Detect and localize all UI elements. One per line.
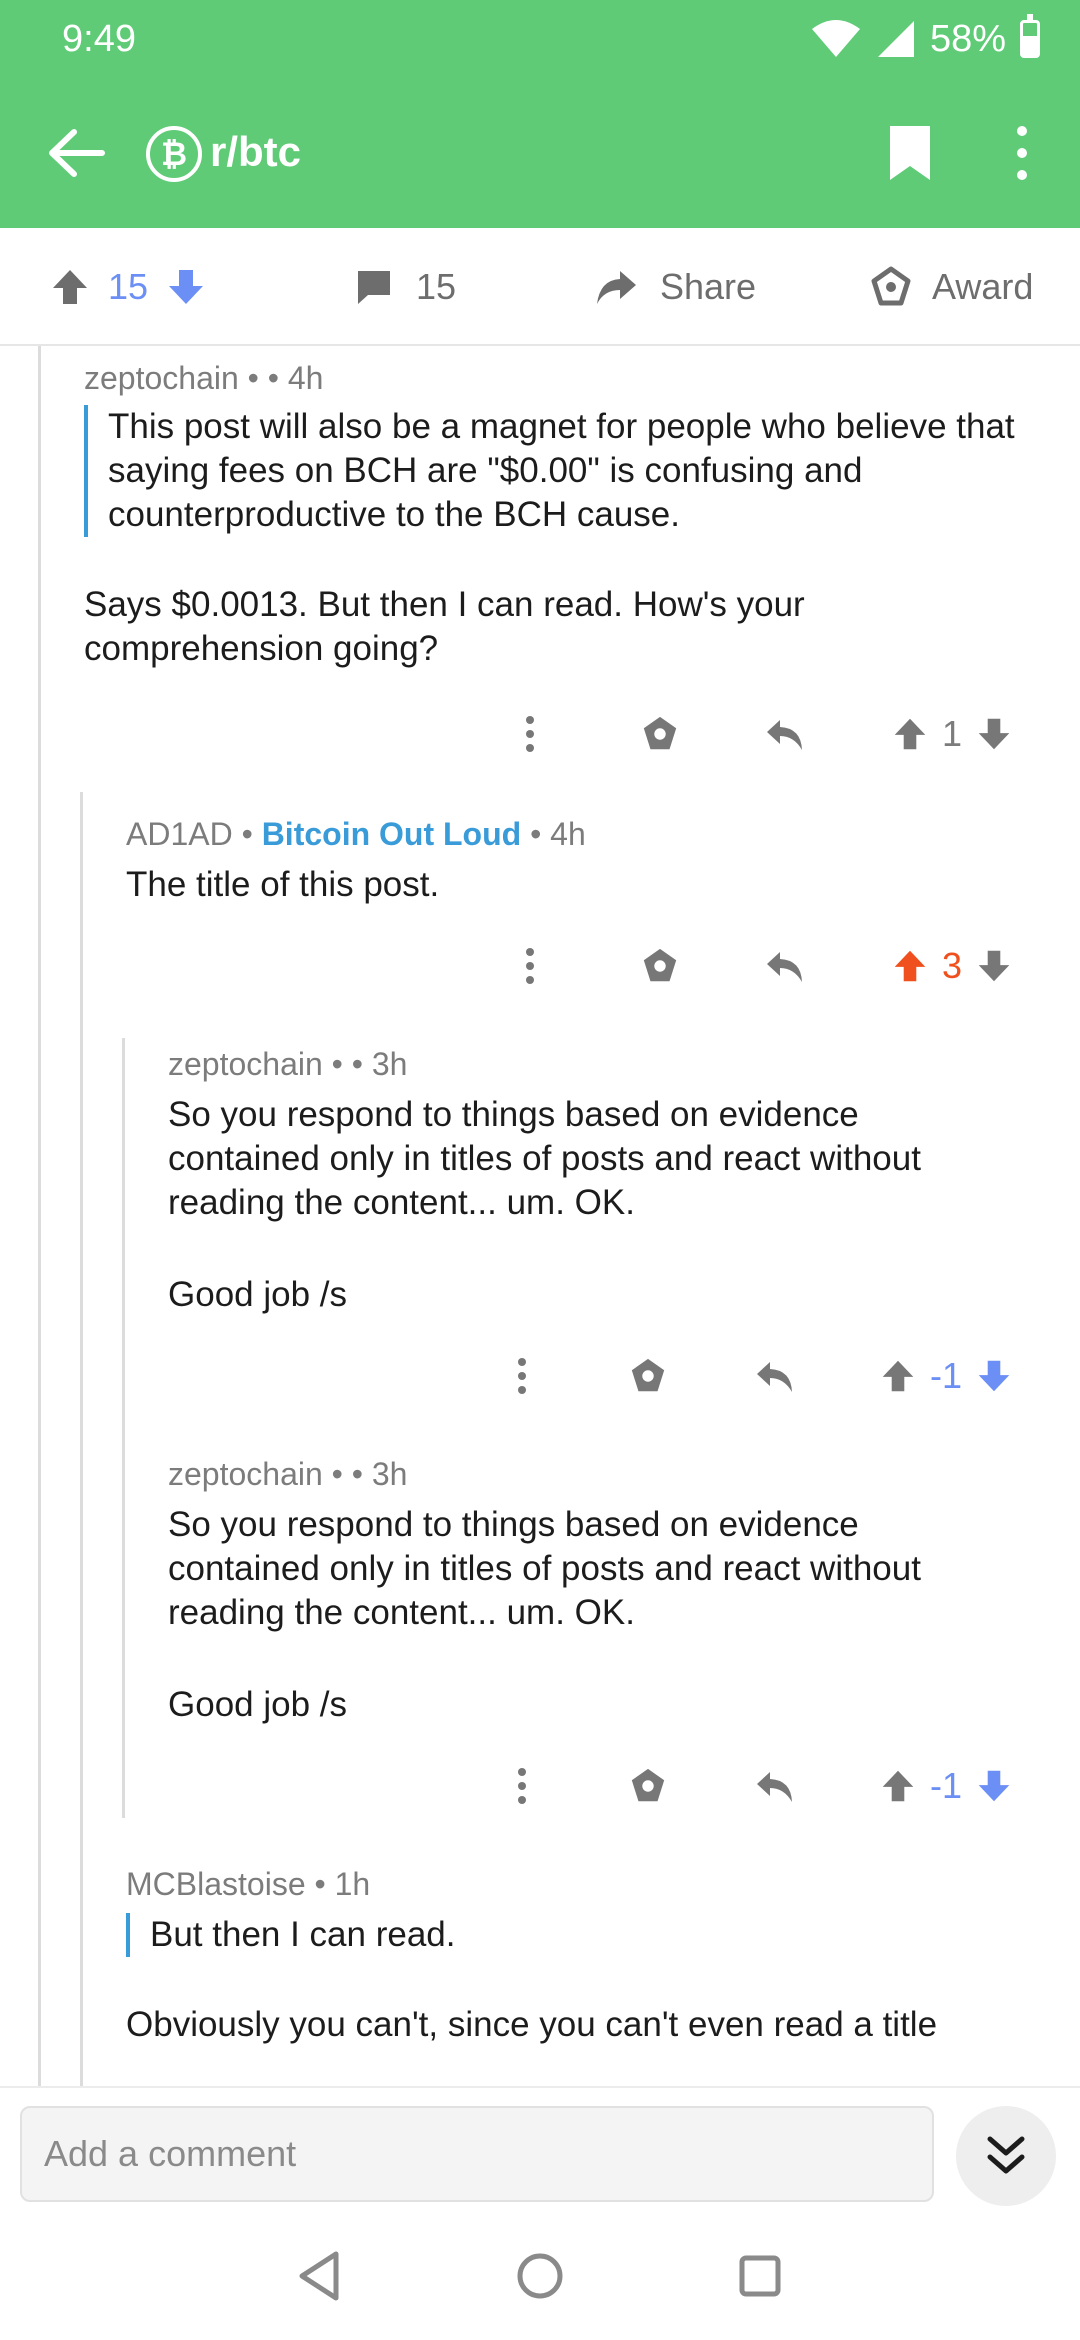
comments-button[interactable]: 15 (354, 228, 456, 346)
award-icon[interactable] (640, 936, 680, 996)
comment-time: 4h (550, 816, 586, 852)
comment-vote-group: 1 (892, 704, 1012, 764)
comment: MCBlastoise • 1h But then I can read. Ob… (126, 1866, 1046, 2047)
signal-icon (877, 21, 914, 57)
comment-score: 1 (942, 713, 963, 754)
post-vote-count: 15 (108, 266, 149, 307)
battery-icon (1020, 14, 1040, 58)
comment-time: 4h (287, 360, 324, 396)
comment-text-secondary: Good job /s (168, 1685, 347, 1724)
comment-vote-group: -1 (880, 1346, 1012, 1406)
award-label: Award (932, 266, 1034, 307)
comment-time: 1h (334, 1866, 371, 1902)
comment-text: So you respond to things based on eviden… (168, 1095, 921, 1222)
comment-actions: -1 (0, 1756, 1080, 1816)
comment: AD1AD • Bitcoin Out Loud • 4h The title … (126, 816, 1046, 907)
comment-author[interactable]: zeptochain (84, 360, 239, 396)
nav-back-icon[interactable] (292, 2246, 352, 2306)
comment-author[interactable]: zeptochain (168, 1046, 323, 1082)
reply-icon[interactable] (754, 1346, 796, 1406)
comment-text: So you respond to things based on eviden… (168, 1505, 921, 1632)
more-options-icon[interactable] (512, 1756, 532, 1816)
status-time: 9:49 (62, 18, 136, 60)
award-icon[interactable] (640, 704, 680, 764)
award-button[interactable]: Award (870, 228, 1033, 346)
comment-count: 15 (416, 266, 457, 307)
battery-percent: 58% (929, 17, 1006, 60)
more-options-icon[interactable] (520, 936, 540, 996)
award-icon[interactable] (628, 1756, 668, 1816)
comment-quote: But then I can read. (126, 1913, 1046, 1957)
wifi-icon (811, 20, 860, 57)
upvote-icon[interactable] (892, 948, 928, 984)
subreddit-logo: ₿ (146, 126, 202, 182)
thread-line (38, 346, 41, 2086)
comment-icon (358, 271, 390, 304)
share-label: Share (660, 266, 757, 307)
subreddit-name[interactable]: r/btc (210, 128, 301, 176)
more-options-icon[interactable] (520, 704, 540, 764)
status-icons: 58% (810, 14, 1040, 64)
system-nav-bar (0, 2216, 1080, 2340)
more-vertical-icon[interactable] (1002, 118, 1042, 188)
comment-composer: Add a comment (0, 2086, 1080, 2216)
add-comment-input[interactable]: Add a comment (20, 2106, 934, 2202)
comment-score: -1 (930, 1765, 963, 1806)
back-arrow-icon[interactable] (40, 118, 110, 188)
reply-icon[interactable] (764, 936, 806, 996)
comment: zeptochain • • 4h This post will also be… (84, 360, 1044, 671)
downvote-icon[interactable] (976, 716, 1012, 752)
downvote-icon[interactable] (166, 267, 206, 307)
comment-author[interactable]: zeptochain (168, 1456, 323, 1492)
downvote-icon[interactable] (976, 1768, 1012, 1804)
comment-score: -1 (930, 1355, 963, 1396)
upvote-icon[interactable] (892, 716, 928, 752)
nav-recents-icon[interactable] (730, 2246, 790, 2306)
reply-icon[interactable] (764, 704, 806, 764)
bookmark-icon[interactable] (886, 124, 934, 182)
comment-author[interactable]: AD1AD (126, 816, 233, 852)
post-action-bar: 15 15 Share Award (0, 228, 1080, 346)
downvote-icon[interactable] (976, 948, 1012, 984)
comment-actions: 1 (0, 704, 1080, 764)
comment-thread: zeptochain • • 4h This post will also be… (0, 346, 1080, 2086)
thread-line (122, 1038, 125, 1818)
comment-text-secondary: Good job /s (168, 1275, 347, 1314)
comment-score: 3 (942, 945, 963, 986)
comment-meta: zeptochain • • 3h (168, 1046, 408, 1082)
more-options-icon[interactable] (512, 1346, 532, 1406)
comment-text: Obviously you can't, since you can't eve… (126, 2005, 938, 2044)
comment-meta: AD1AD • Bitcoin Out Loud • 4h (126, 816, 586, 852)
comment-meta: zeptochain • • 4h (84, 360, 324, 396)
user-flair: Bitcoin Out Loud (261, 816, 522, 852)
upvote-icon[interactable] (880, 1768, 916, 1804)
post-vote-group: 15 (50, 228, 206, 346)
comment-time: 3h (371, 1456, 408, 1492)
award-icon[interactable] (628, 1346, 668, 1406)
comment-text: The title of this post. (126, 865, 440, 904)
share-button[interactable]: Share (594, 228, 756, 346)
comment-author[interactable]: MCBlastoise (126, 1866, 306, 1902)
app-header: 9:49 58% ₿ r/btc (0, 0, 1080, 228)
comment-quote: This post will also be a magnet for peop… (84, 405, 1044, 537)
comment-time: 3h (371, 1046, 408, 1082)
comment-meta: zeptochain • • 3h (168, 1456, 408, 1492)
reply-icon[interactable] (754, 1756, 796, 1816)
comment-actions: 3 (0, 936, 1080, 996)
next-comment-button[interactable] (956, 2106, 1056, 2206)
downvote-icon[interactable] (976, 1358, 1012, 1394)
upvote-icon[interactable] (880, 1358, 916, 1394)
comment: zeptochain • • 3h So you respond to thin… (168, 1046, 1038, 1317)
upvote-icon[interactable] (50, 267, 90, 307)
comment-vote-group: 3 (892, 936, 1012, 996)
comment-text: Says $0.0013. But then I can read. How's… (84, 585, 805, 668)
comment-vote-group: -1 (880, 1756, 1012, 1816)
share-icon (597, 271, 636, 304)
award-icon (871, 266, 911, 306)
comment-meta: MCBlastoise • 1h (126, 1866, 371, 1902)
comment: zeptochain • • 3h So you respond to thin… (168, 1456, 1038, 1727)
double-chevron-down-icon (987, 2136, 1025, 2174)
comment-actions: -1 (0, 1346, 1080, 1406)
nav-home-icon[interactable] (510, 2246, 570, 2306)
